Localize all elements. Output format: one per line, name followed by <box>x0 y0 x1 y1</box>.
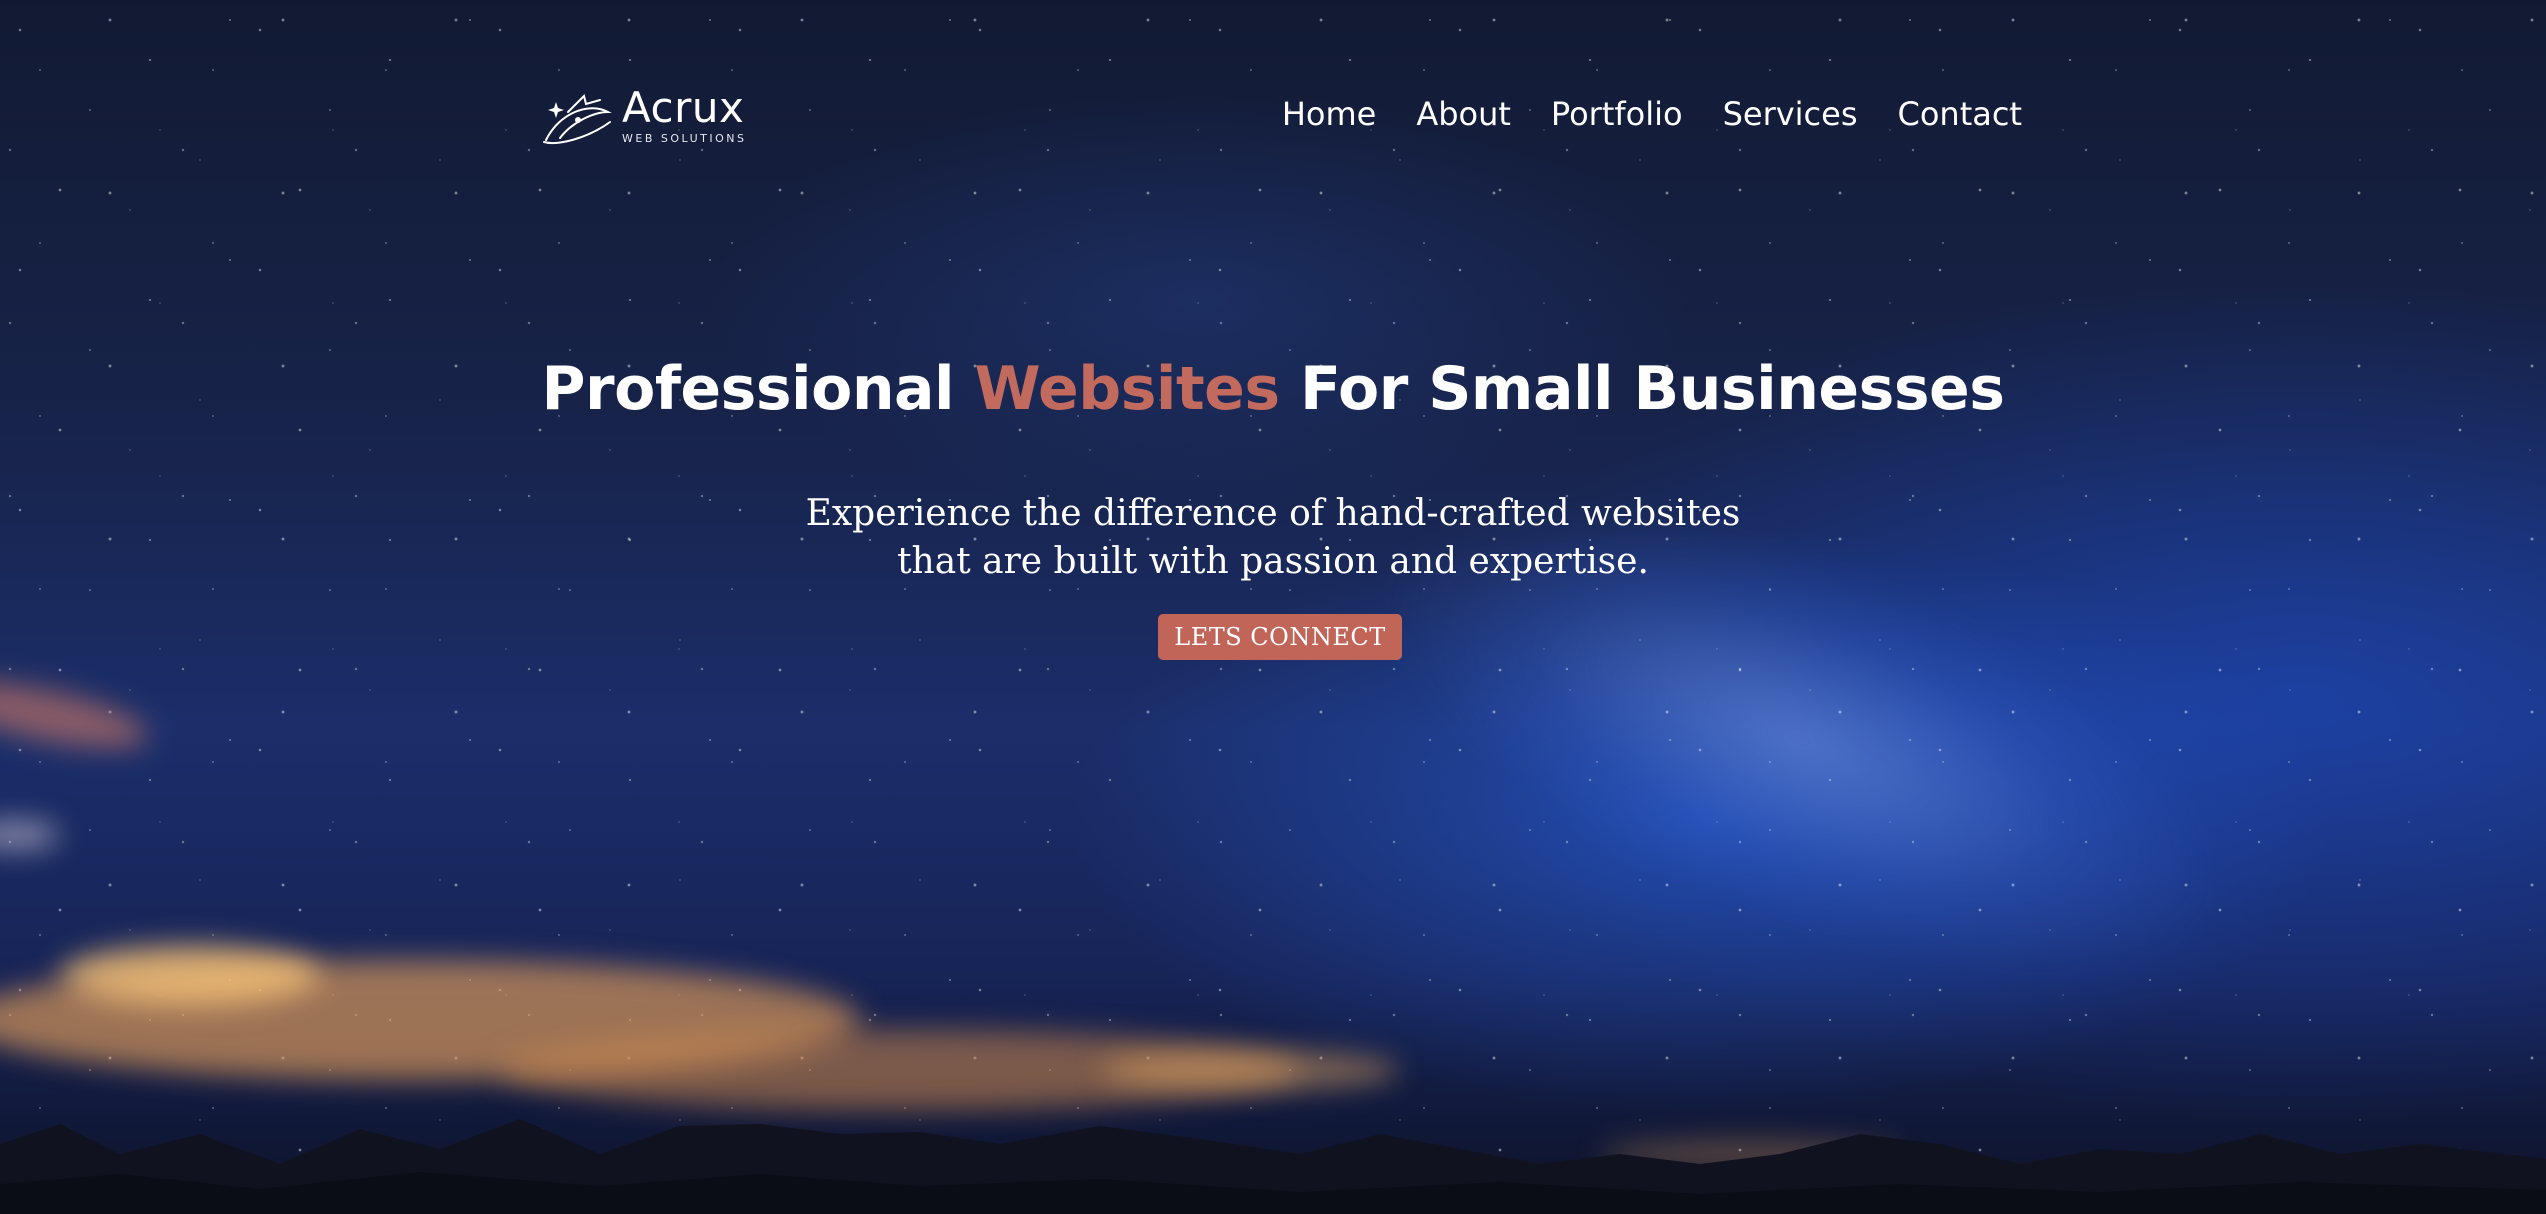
lets-connect-button[interactable]: LETS CONNECT <box>1158 614 1402 660</box>
headline-prefix: Professional <box>541 354 955 424</box>
nav-item-services[interactable]: Services <box>1723 95 1858 133</box>
subtext-line-1: Experience the difference of hand-crafte… <box>805 493 1741 534</box>
brand-name: Acrux <box>622 82 745 132</box>
subtext-line-2: that are built with passion and expertis… <box>897 541 1649 582</box>
nav-item-home[interactable]: Home <box>1282 95 1377 133</box>
hero-subtext: Experience the difference of hand-crafte… <box>0 490 2546 586</box>
nav-item-portfolio[interactable]: Portfolio <box>1551 95 1683 133</box>
hero-section: Acrux WEB SOLUTIONS Home About Portfolio… <box>0 0 2546 1214</box>
headline-suffix: For Small Businesses <box>1299 354 2005 424</box>
main-nav: Home About Portfolio Services Contact <box>1282 95 2022 133</box>
mountain-silhouette <box>0 1119 2546 1214</box>
headline-accent: Websites <box>974 354 1281 424</box>
hero-headline: Professional Websites For Small Business… <box>0 354 2546 424</box>
brand-logo[interactable]: Acrux WEB SOLUTIONS <box>538 82 746 148</box>
brand-tagline: WEB SOLUTIONS <box>622 131 747 145</box>
cloud <box>60 945 320 1005</box>
nav-item-about[interactable]: About <box>1416 95 1511 133</box>
brand-text: Acrux WEB SOLUTIONS <box>622 82 747 145</box>
nav-item-contact[interactable]: Contact <box>1898 95 2023 133</box>
star-orbit-icon <box>543 94 612 144</box>
site-header: Acrux WEB SOLUTIONS Home About Portfolio… <box>0 0 2546 160</box>
